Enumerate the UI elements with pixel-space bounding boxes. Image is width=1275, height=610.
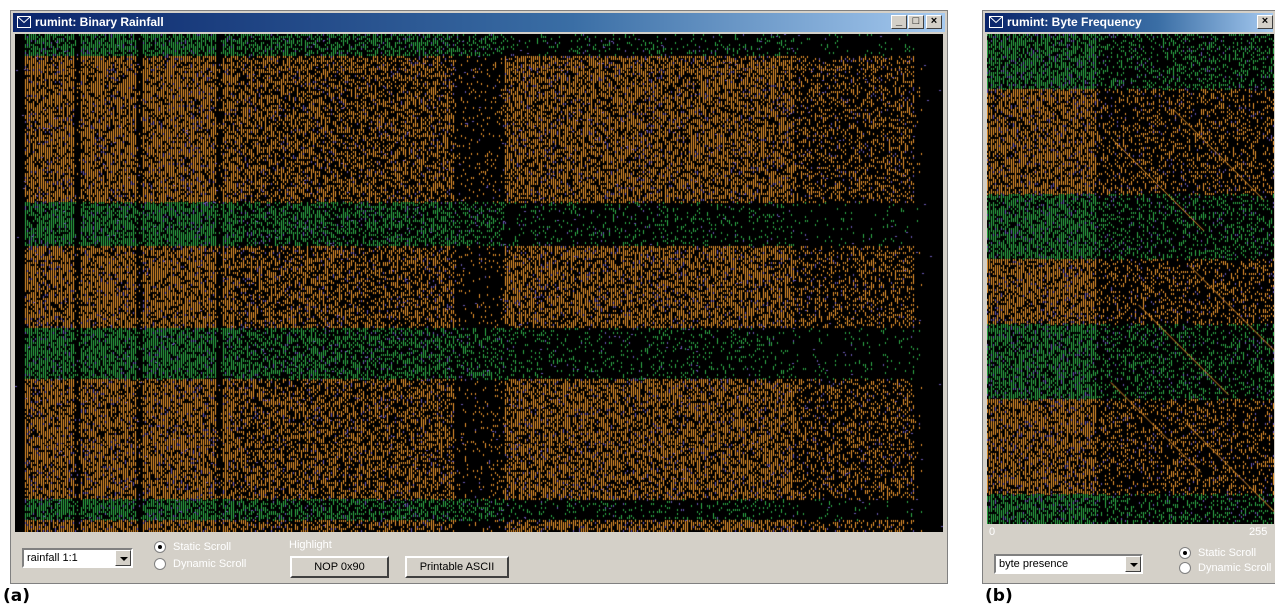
minimize-button[interactable]: _ bbox=[891, 15, 907, 29]
dynamic-scroll-radio[interactable] bbox=[154, 558, 166, 570]
envelope-icon bbox=[989, 16, 1003, 28]
chevron-down-icon[interactable] bbox=[1125, 556, 1141, 572]
envelope-icon bbox=[17, 16, 31, 28]
figure-caption-a: (a) bbox=[3, 586, 31, 606]
maximize-button[interactable]: □ bbox=[908, 15, 924, 29]
chevron-down-icon[interactable] bbox=[115, 550, 131, 566]
title-bar[interactable]: rumint: Binary Rainfall _ □ × bbox=[13, 13, 945, 32]
byte-frequency-window: rumint: Byte Frequency × 0 255 byte pres… bbox=[982, 10, 1275, 584]
view-mode-select[interactable]: rainfall 1:1 bbox=[22, 548, 133, 568]
dynamic-scroll-radio[interactable] bbox=[1179, 562, 1191, 574]
control-panel: rainfall 1:1 Static Scroll Dynamic Scrol… bbox=[15, 532, 943, 581]
byte-frequency-canvas[interactable] bbox=[987, 34, 1274, 524]
static-scroll-radio[interactable] bbox=[1179, 547, 1191, 559]
axis-min-label: 0 bbox=[989, 526, 996, 538]
dynamic-scroll-label: Dynamic Scroll bbox=[1198, 562, 1272, 574]
window-title: rumint: Binary Rainfall bbox=[35, 15, 164, 29]
window-title: rumint: Byte Frequency bbox=[1007, 15, 1142, 29]
title-bar[interactable]: rumint: Byte Frequency × bbox=[985, 13, 1273, 32]
close-button[interactable]: × bbox=[926, 15, 942, 29]
printable-ascii-button[interactable]: Printable ASCII bbox=[405, 556, 509, 578]
binary-rainfall-window: rumint: Binary Rainfall _ □ × rainfall 1… bbox=[10, 10, 948, 584]
binary-rainfall-canvas[interactable] bbox=[15, 34, 943, 532]
static-scroll-radio[interactable] bbox=[154, 541, 166, 553]
figure-caption-b: (b) bbox=[985, 586, 1013, 606]
control-panel: 0 255 byte presence Static Scroll Dynami… bbox=[987, 524, 1271, 581]
static-scroll-label: Static Scroll bbox=[1198, 547, 1257, 559]
axis-max-label: 255 bbox=[1249, 526, 1268, 538]
highlight-label: Highlight bbox=[289, 539, 332, 551]
dynamic-scroll-label: Dynamic Scroll bbox=[173, 558, 247, 570]
view-mode-select[interactable]: byte presence bbox=[994, 554, 1143, 574]
static-scroll-label: Static Scroll bbox=[173, 541, 232, 553]
close-button[interactable]: × bbox=[1257, 15, 1273, 29]
view-mode-value: rainfall 1:1 bbox=[27, 552, 78, 564]
nop-highlight-button[interactable]: NOP 0x90 bbox=[290, 556, 389, 578]
view-mode-value: byte presence bbox=[999, 558, 1069, 570]
